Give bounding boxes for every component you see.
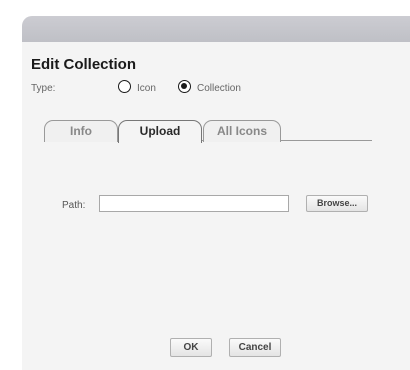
dialog-title: Edit Collection bbox=[31, 56, 136, 73]
radio-collection[interactable] bbox=[178, 80, 191, 93]
cancel-button[interactable]: Cancel bbox=[229, 338, 281, 357]
path-input[interactable] bbox=[99, 195, 289, 212]
dialog-titlebar[interactable] bbox=[22, 16, 410, 42]
radio-icon[interactable] bbox=[118, 80, 131, 93]
edit-collection-dialog: Edit Collection Type: Icon Collection In… bbox=[22, 16, 410, 370]
radio-icon-label[interactable]: Icon bbox=[137, 83, 156, 94]
browse-button[interactable]: Browse... bbox=[306, 195, 368, 212]
tab-info[interactable]: Info bbox=[44, 120, 118, 142]
tab-upload[interactable]: Upload bbox=[118, 120, 202, 143]
ok-button[interactable]: OK bbox=[170, 338, 212, 357]
radio-collection-label[interactable]: Collection bbox=[197, 83, 241, 94]
type-label: Type: bbox=[31, 83, 56, 94]
tab-all-icons[interactable]: All Icons bbox=[203, 120, 281, 142]
path-label: Path: bbox=[62, 200, 86, 211]
